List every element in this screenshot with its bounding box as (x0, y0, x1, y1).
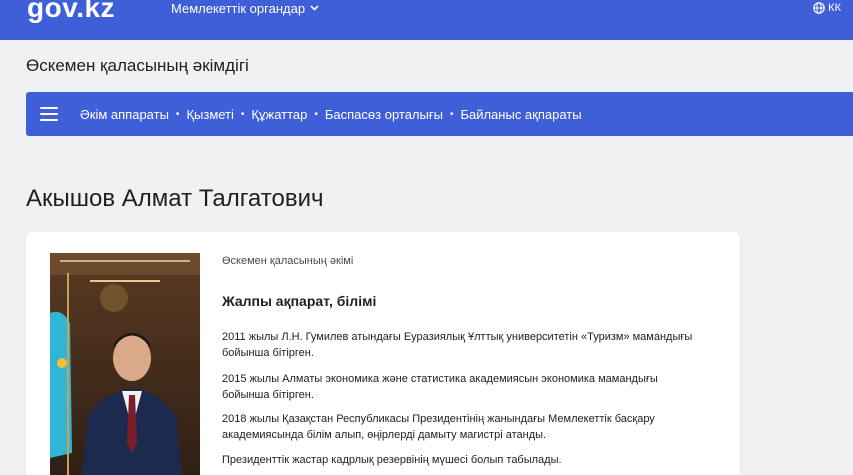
globe-icon (813, 2, 825, 14)
nav-item-activity[interactable]: Қызметі (186, 107, 233, 122)
bio-paragraph: 2011 жылы Л.Н. Гумилев атындағы Еуразиял… (222, 331, 693, 359)
bio-paragraph: 2015 жылы Алматы экономика және статисти… (222, 373, 658, 401)
organization-title: Өскемен қаласының әкімдігі (26, 56, 249, 75)
bio-paragraph: Президенттік жастар кадрлық резервінің м… (222, 454, 562, 466)
nav-item-documents[interactable]: Құжаттар (251, 107, 307, 122)
language-label: КК (828, 2, 841, 14)
section-title-general-info: Жалпы ақпарат, білімі (222, 293, 377, 309)
nav-item-press-center[interactable]: Баспасөз орталығы (325, 107, 443, 122)
person-name-heading: Акышов Алмат Талгатович (26, 185, 324, 212)
language-switcher[interactable]: КК (813, 0, 841, 16)
person-photo (50, 253, 200, 475)
nav-links: Әкім аппараты • Қызметі • Құжаттар • Бас… (80, 107, 582, 122)
nav-item-akim-apparatus[interactable]: Әкім аппараты (80, 107, 169, 122)
nav-separator: • (314, 108, 318, 120)
top-bar: gov.kz Мемлекеттік органдар КК (0, 0, 853, 40)
state-bodies-dropdown[interactable]: Мемлекеттік органдар (171, 0, 319, 16)
main-navigation: Әкім аппараты • Қызметі • Құжаттар • Бас… (26, 92, 853, 136)
nav-item-contacts[interactable]: Байланыс ақпараты (460, 107, 581, 122)
nav-separator: • (240, 108, 245, 120)
person-position: Өскемен қаласының әкімі (222, 255, 354, 267)
hamburger-menu-icon[interactable] (40, 107, 58, 121)
person-card: Өскемен қаласының әкімі Жалпы ақпарат, б… (26, 232, 740, 475)
chevron-down-icon (310, 4, 319, 13)
state-bodies-label: Мемлекеттік органдар (171, 0, 306, 16)
nav-separator: • (175, 108, 180, 120)
nav-separator: • (449, 108, 454, 120)
bio-paragraph: 2018 жылы Қазақстан Республикасы Президе… (222, 413, 655, 441)
gov-kz-logo[interactable]: gov.kz (27, 0, 115, 22)
